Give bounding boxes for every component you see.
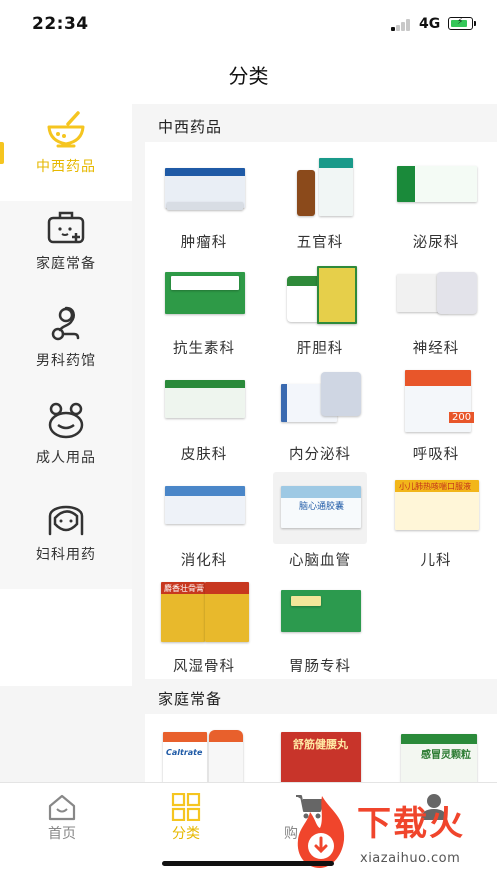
product-name: 舒筋健腰丸 (293, 738, 348, 751)
category-rheumatology[interactable]: 麝香壮骨膏 风湿骨科 (149, 578, 259, 684)
navigation-bar: 分类 (0, 50, 497, 104)
sidebar-item-western-chinese-medicine[interactable]: 中西药品 (0, 104, 132, 201)
category-endocrinology[interactable]: 内分泌科 (265, 366, 375, 472)
category-dermatology[interactable]: 皮肤科 (149, 366, 259, 472)
category-digestive[interactable]: 消化科 (149, 472, 259, 578)
tab-label: 分类 (172, 826, 200, 842)
category-label: 抗生素科 (173, 341, 235, 357)
product-back-pill[interactable]: 舒筋健腰丸 (265, 724, 375, 782)
category-label: 儿科 (420, 553, 452, 569)
tab-label: 首页 (48, 826, 76, 842)
sidebar-item-label: 成人用品 (36, 450, 96, 466)
category-respiratory[interactable]: 200 呼吸科 (381, 366, 491, 472)
watermark-logo: 下载火 xiazaihuo.com (290, 788, 497, 883)
category-content[interactable]: 中西药品 肿瘤科 五官科 泌尿科 抗生素科 肝胆科 神经科 皮肤科 内分泌科 2… (132, 104, 497, 782)
category-label: 消化科 (180, 553, 228, 569)
product-image (277, 264, 363, 328)
sidebar-item-label: 妇科用药 (36, 547, 96, 563)
product-image (277, 582, 363, 646)
sidebar-item-label: 家庭常备 (36, 256, 96, 272)
sidebar-item-gynecology[interactable]: 妇科用药 (0, 492, 132, 589)
section-title: 家庭常备 (158, 690, 223, 708)
woman-face-icon (48, 505, 84, 536)
sidebar-item-family-essentials[interactable]: 家庭常备 (0, 201, 132, 298)
category-label: 神经科 (412, 341, 460, 357)
category-label: 风湿骨科 (173, 659, 235, 675)
watermark-text: 下载火 (357, 804, 465, 844)
product-image: 麝香壮骨膏 (161, 582, 249, 646)
category-urology[interactable]: 泌尿科 (381, 154, 491, 260)
category-neurology[interactable]: 神经科 (381, 260, 491, 366)
product-image: Caltrate (161, 728, 247, 782)
product-image: 感冒灵颗粒 (393, 728, 479, 782)
product-name: 麝香壮骨膏 (164, 584, 204, 593)
category-sidebar: 中西药品 家庭常备 男科药馆 成人用品 妇科用药 (0, 104, 132, 782)
product-image (161, 370, 247, 434)
product-image (277, 370, 363, 434)
category-cardiovascular[interactable]: 脑心通胶囊 心脑血管 (265, 472, 375, 578)
dose-label: 200 (449, 412, 475, 423)
product-name: 感冒灵颗粒 (421, 750, 471, 761)
category-antibiotics[interactable]: 抗生素科 (149, 260, 259, 366)
category-label: 五官科 (296, 235, 344, 251)
sidebar-item-label: 男科药馆 (36, 353, 96, 369)
category-label: 胃肠专科 (289, 659, 351, 675)
category-hepatobiliary[interactable]: 肝胆科 (265, 260, 375, 366)
product-image: 脑心通胶囊 (273, 472, 367, 544)
category-grid: 肿瘤科 五官科 泌尿科 抗生素科 肝胆科 神经科 皮肤科 内分泌科 200 呼吸… (145, 142, 497, 679)
category-label: 内分泌科 (289, 447, 351, 463)
product-image (161, 476, 247, 540)
product-cold-granules[interactable]: 感冒灵颗粒 (381, 724, 491, 782)
category-gastroenterology[interactable]: 胃肠专科 (265, 578, 375, 684)
product-image (161, 158, 247, 222)
watermark-url: xiazaihuo.com (360, 851, 461, 866)
page-title: 分类 (228, 64, 269, 88)
product-name: 小儿肺热咳喘口服液 (399, 482, 471, 491)
male-symbol-icon (51, 306, 80, 341)
product-image (161, 264, 247, 328)
product-image: 小儿肺热咳喘口服液 (393, 476, 479, 540)
product-image: 200 (393, 370, 479, 434)
status-bar: 22:34 4G ⚡ (0, 0, 497, 50)
category-page: 22:34 4G ⚡ 分类 中西药品 家庭常备 男科药馆 成人用品 妇科用药 中… (0, 0, 497, 883)
cellular-signal-icon (391, 19, 413, 31)
network-type: 4G (419, 16, 441, 32)
category-label: 呼吸科 (412, 447, 460, 463)
section-title: 中西药品 (158, 118, 223, 136)
tab-home[interactable]: 首页 (0, 791, 124, 842)
category-label: 肿瘤科 (180, 235, 228, 251)
product-brand: Caltrate (166, 748, 203, 757)
adult-products-icon (48, 402, 84, 439)
category-ent[interactable]: 五官科 (265, 154, 375, 260)
category-label: 皮肤科 (180, 447, 228, 463)
category-label: 泌尿科 (412, 235, 460, 251)
category-label: 心脑血管 (289, 553, 351, 569)
sidebar-item-mens-health[interactable]: 男科药馆 (0, 298, 132, 395)
sidebar-item-adult-products[interactable]: 成人用品 (0, 395, 132, 492)
product-image (277, 158, 363, 222)
category-grid-icon (171, 793, 201, 821)
tab-category[interactable]: 分类 (124, 791, 248, 842)
flame-icon (297, 796, 345, 868)
family-essentials-grid: Caltrate 舒筋健腰丸 感冒灵颗粒 (145, 714, 497, 782)
medical-kit-icon (47, 211, 85, 244)
category-oncology[interactable]: 肿瘤科 (149, 154, 259, 260)
home-icon (48, 794, 76, 821)
status-time: 22:34 (32, 14, 89, 34)
battery-icon: ⚡ (448, 17, 476, 30)
mortar-pestle-icon (47, 111, 85, 148)
product-image (393, 158, 479, 222)
category-pediatrics[interactable]: 小儿肺热咳喘口服液 儿科 (381, 472, 491, 578)
category-label: 肝胆科 (296, 341, 344, 357)
product-image (393, 264, 479, 328)
sidebar-empty-area (0, 686, 132, 782)
product-image: 舒筋健腰丸 (277, 728, 363, 782)
sidebar-item-label: 中西药品 (36, 159, 96, 175)
product-calcium[interactable]: Caltrate (149, 724, 259, 782)
product-name: 脑心通胶囊 (299, 502, 345, 512)
home-indicator (162, 861, 334, 866)
